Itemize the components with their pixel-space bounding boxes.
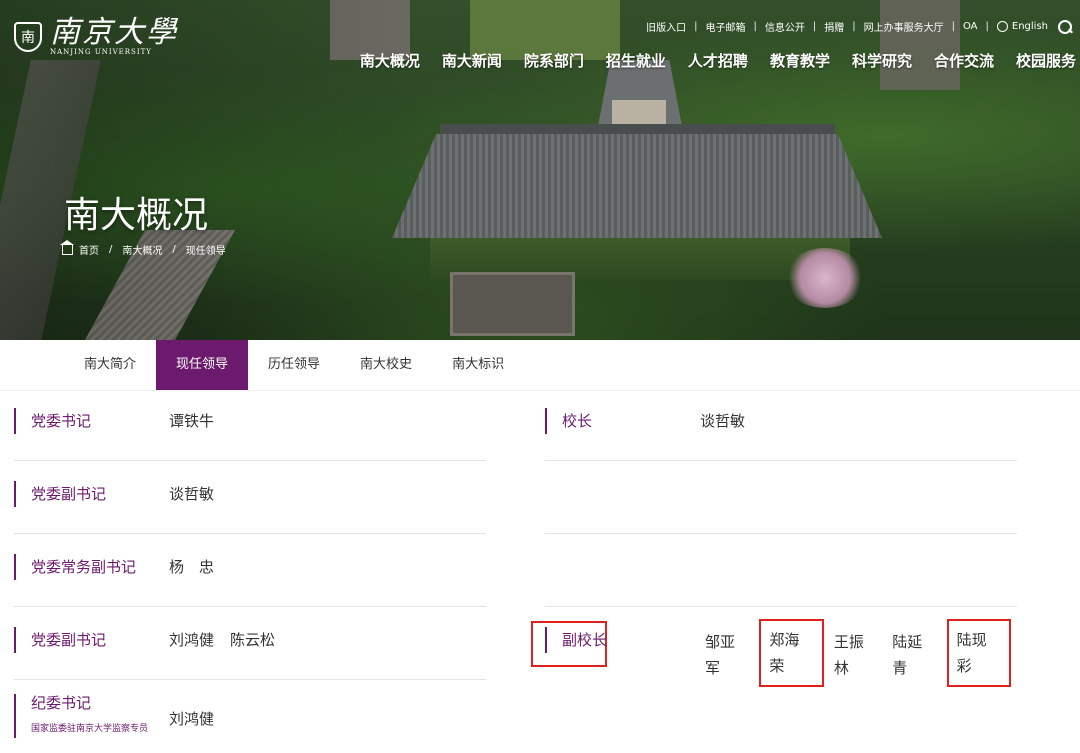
hero-banner: 南 南京大學 NANJING UNIVERSITY 旧版入口 | 电子邮箱 | 信息… bbox=[0, 0, 1080, 340]
leader-row: 党委常务副书记 杨 忠 bbox=[14, 534, 486, 607]
section-tabs: 南大简介 现任领导 历任领导 南大校史 南大标识 bbox=[64, 340, 524, 390]
leader-role: 党委常务副书记 bbox=[14, 554, 136, 580]
leader-name: 邹亚军 bbox=[705, 633, 736, 677]
left-leader-list: 党委书记 谭铁牛 党委副书记 谈哲敏 党委常务副书记 杨 忠 党委副书记 刘鸿健… bbox=[14, 388, 486, 753]
leader-row: 副校长 邹亚军 郑海荣 王振林 陆延青 陆现彩 bbox=[531, 607, 1017, 687]
link-old-version[interactable]: 旧版入口 bbox=[646, 19, 686, 34]
leader-name: 谈哲敏 bbox=[700, 412, 746, 430]
link-service-hall[interactable]: 网上办事服务大厅 bbox=[864, 19, 944, 34]
tab-current-leaders[interactable]: 现任领导 bbox=[156, 340, 249, 390]
breadcrumb-overview[interactable]: 南大概况 bbox=[122, 242, 162, 257]
leader-name-highlighted: 陆现彩 bbox=[946, 619, 1012, 687]
leader-row: 党委副书记 谈哲敏 bbox=[14, 461, 486, 534]
tab-identity[interactable]: 南大标识 bbox=[432, 340, 524, 390]
globe-icon bbox=[996, 21, 1008, 32]
leader-name: 王振林 bbox=[833, 633, 864, 677]
breadcrumb-current: 现任领导 bbox=[185, 246, 226, 257]
nav-departments[interactable]: 院系部门 bbox=[524, 50, 584, 71]
seal-icon: 南 bbox=[14, 22, 42, 52]
university-logo[interactable]: 南 南京大學 NANJING UNIVERSITY bbox=[14, 18, 178, 56]
link-email[interactable]: 电子邮箱 bbox=[705, 19, 745, 34]
nav-campus-service[interactable]: 校园服务 bbox=[1016, 50, 1076, 71]
link-oa[interactable]: OA bbox=[963, 21, 978, 32]
link-donate[interactable]: 捐赠 bbox=[824, 19, 844, 34]
leader-role: 党委书记 bbox=[14, 408, 91, 434]
breadcrumb: 首页 / 南大概况 / 现任领导 bbox=[60, 239, 226, 257]
leader-row: 纪委书记 国家监委驻南京大学监察专员 刘鸿健 bbox=[14, 680, 486, 753]
link-info-public[interactable]: 信息公开 bbox=[765, 19, 805, 34]
nav-overview[interactable]: 南大概况 bbox=[360, 50, 420, 71]
logo-name-cn: 南京大學 bbox=[50, 15, 178, 50]
search-icon[interactable] bbox=[1058, 19, 1072, 34]
tab-former-leaders[interactable]: 历任领导 bbox=[248, 340, 340, 390]
leader-role: 纪委书记 国家监委驻南京大学监察专员 bbox=[14, 694, 148, 738]
breadcrumb-home[interactable]: 首页 bbox=[79, 242, 99, 257]
leader-role: 党委副书记 bbox=[14, 481, 106, 507]
nav-admissions[interactable]: 招生就业 bbox=[606, 50, 666, 71]
leader-row: 党委书记 谭铁牛 bbox=[14, 388, 486, 461]
page-title: 南大概况 bbox=[64, 195, 209, 236]
leader-name: 陈云松 bbox=[230, 631, 276, 649]
tab-history[interactable]: 南大校史 bbox=[340, 340, 432, 390]
right-leader-list: 校长 谈哲敏 副校长 邹亚军 郑海荣 王振林 陆延青 陆现彩 bbox=[531, 388, 1017, 687]
empty-row bbox=[545, 534, 1017, 607]
leader-row: 党委副书记 刘鸿健 陈云松 bbox=[14, 607, 486, 680]
top-utility-links: 旧版入口 | 电子邮箱 | 信息公开 | 捐赠 | 网上办事服务大厅 | OA | Engl… bbox=[646, 19, 1072, 34]
leader-name-highlighted: 郑海荣 bbox=[759, 619, 824, 687]
nav-research[interactable]: 科学研究 bbox=[852, 50, 912, 71]
nav-news[interactable]: 南大新闻 bbox=[442, 50, 502, 71]
nav-exchange[interactable]: 合作交流 bbox=[934, 50, 994, 71]
leader-role-subtitle: 国家监委驻南京大学监察专员 bbox=[31, 724, 149, 734]
leader-name: 刘鸿健 bbox=[169, 710, 215, 728]
home-icon[interactable] bbox=[60, 239, 74, 255]
leader-role-title: 纪委书记 bbox=[31, 694, 92, 712]
nav-education[interactable]: 教育教学 bbox=[770, 50, 830, 71]
nav-jobs[interactable]: 人才招聘 bbox=[688, 50, 748, 71]
main-nav: 南大概况 南大新闻 院系部门 招生就业 人才招聘 教育教学 科学研究 合作交流 … bbox=[338, 50, 1076, 71]
link-english[interactable]: English bbox=[1012, 21, 1048, 32]
leader-name: 刘鸿健 bbox=[169, 631, 215, 649]
leader-name: 杨 忠 bbox=[169, 558, 215, 576]
leader-name: 陆延青 bbox=[892, 633, 923, 677]
leader-role: 校长 bbox=[545, 408, 592, 434]
leader-name: 谈哲敏 bbox=[169, 485, 215, 503]
empty-row bbox=[545, 461, 1017, 534]
tab-intro[interactable]: 南大简介 bbox=[64, 340, 156, 390]
leader-role: 副校长 bbox=[545, 627, 607, 653]
leader-role: 党委副书记 bbox=[14, 627, 106, 653]
leader-row: 校长 谈哲敏 bbox=[545, 388, 1017, 461]
leader-name: 谭铁牛 bbox=[169, 412, 215, 430]
